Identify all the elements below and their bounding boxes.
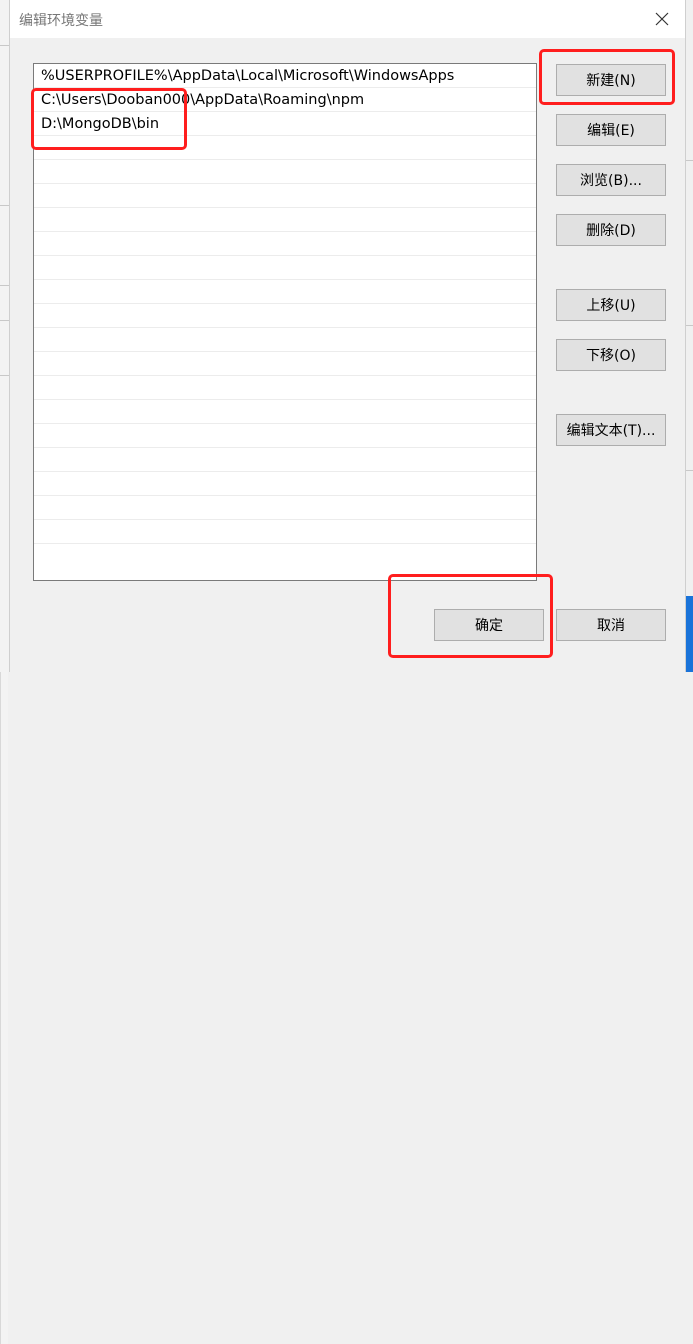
edit-env-variable-dialog: 编辑环境变量 %USERPROFILE%\AppData\Local\Micro… — [9, 0, 686, 672]
background-line — [0, 375, 9, 376]
background-window-right — [0, 672, 8, 1344]
list-item[interactable] — [34, 160, 536, 184]
delete-button[interactable]: 删除(D) — [556, 214, 666, 246]
list-item[interactable] — [34, 448, 536, 472]
list-item[interactable] — [34, 208, 536, 232]
list-item[interactable] — [34, 400, 536, 424]
background-line — [0, 45, 9, 46]
new-button[interactable]: 新建(N) — [556, 64, 666, 96]
list-item[interactable] — [34, 520, 536, 544]
move-down-button[interactable]: 下移(O) — [556, 339, 666, 371]
background-line — [686, 160, 693, 161]
list-item[interactable]: %USERPROFILE%\AppData\Local\Microsoft\Wi… — [34, 64, 536, 88]
list-item[interactable] — [34, 136, 536, 160]
browse-button[interactable]: 浏览(B)... — [556, 164, 666, 196]
background-line — [0, 320, 9, 321]
path-entry: C:\Users\Dooban000\AppData\Roaming\npm — [41, 92, 365, 108]
list-item[interactable] — [34, 232, 536, 256]
title-bar: 编辑环境变量 — [10, 0, 685, 38]
background-line — [686, 470, 693, 471]
ok-button[interactable]: 确定 — [434, 609, 544, 641]
list-item[interactable] — [34, 496, 536, 520]
list-item[interactable] — [34, 256, 536, 280]
list-item[interactable] — [34, 304, 536, 328]
list-item[interactable]: D:\MongoDB\bin — [34, 112, 536, 136]
window-title: 编辑环境变量 — [19, 13, 103, 29]
path-list[interactable]: %USERPROFILE%\AppData\Local\Microsoft\Wi… — [33, 63, 537, 581]
background-line — [0, 205, 9, 206]
background-line — [0, 285, 9, 286]
path-entry: %USERPROFILE%\AppData\Local\Microsoft\Wi… — [41, 68, 455, 84]
list-item[interactable]: C:\Users\Dooban000\AppData\Roaming\npm — [34, 88, 536, 112]
close-button[interactable] — [642, 4, 682, 34]
edit-text-button[interactable]: 编辑文本(T)... — [556, 414, 666, 446]
list-item[interactable] — [34, 424, 536, 448]
list-item[interactable] — [34, 184, 536, 208]
move-up-button[interactable]: 上移(U) — [556, 289, 666, 321]
edit-button[interactable]: 编辑(E) — [556, 114, 666, 146]
list-item[interactable] — [34, 376, 536, 400]
list-item[interactable] — [34, 328, 536, 352]
cancel-button[interactable]: 取消 — [556, 609, 666, 641]
background-accent — [686, 596, 693, 672]
background-line — [686, 325, 693, 326]
list-item[interactable] — [34, 472, 536, 496]
path-entry: D:\MongoDB\bin — [41, 116, 160, 132]
list-item[interactable] — [34, 352, 536, 376]
list-item[interactable] — [34, 280, 536, 304]
close-icon — [655, 12, 669, 26]
